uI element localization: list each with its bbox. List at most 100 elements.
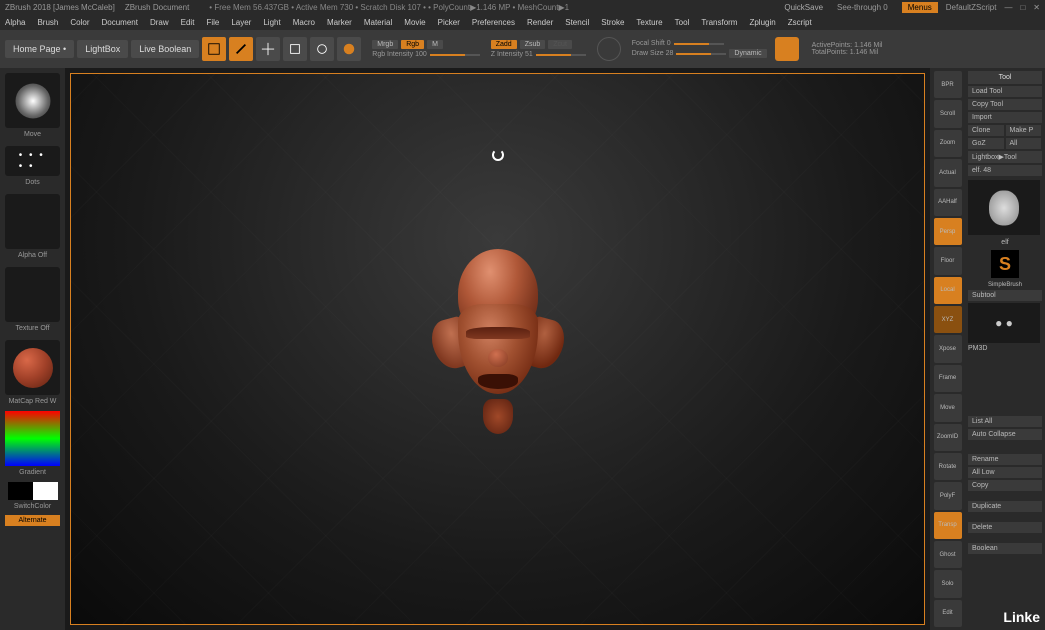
color-swatch-main[interactable] — [8, 482, 33, 500]
sculpted-head-model[interactable] — [428, 249, 568, 449]
menu-color[interactable]: Color — [70, 18, 89, 27]
tool-panel-header[interactable]: Tool — [968, 71, 1042, 84]
menu-stroke[interactable]: Stroke — [601, 18, 624, 27]
mrgb-button[interactable]: Mrgb — [372, 40, 398, 49]
menu-tool[interactable]: Tool — [675, 18, 690, 27]
menu-preferences[interactable]: Preferences — [472, 18, 515, 27]
seethrough-slider[interactable]: See-through 0 — [831, 2, 894, 13]
zcut-button[interactable]: Zcut — [548, 40, 572, 49]
menu-picker[interactable]: Picker — [438, 18, 460, 27]
load-tool-button[interactable]: Load Tool — [968, 86, 1042, 97]
boolean-subtool-button[interactable]: Boolean — [968, 543, 1042, 554]
live-boolean-button[interactable]: Live Boolean — [131, 40, 199, 58]
menu-alpha[interactable]: Alpha — [5, 18, 25, 27]
rgb-button[interactable]: Rgb — [401, 40, 424, 49]
makep-button[interactable]: Make P — [1006, 125, 1042, 136]
move-button[interactable] — [256, 37, 280, 61]
duplicate-button[interactable]: Duplicate — [968, 501, 1042, 512]
menu-texture[interactable]: Texture — [636, 18, 662, 27]
listall-button[interactable]: List All — [968, 416, 1042, 427]
zoom-button[interactable]: Zoom — [934, 130, 962, 157]
focal-shift-slider[interactable] — [674, 43, 724, 45]
z-intensity-slider[interactable] — [536, 54, 586, 56]
solo-button[interactable]: Solo — [934, 570, 962, 597]
menu-marker[interactable]: Marker — [327, 18, 352, 27]
close-icon[interactable]: ✕ — [1033, 3, 1040, 12]
simplebrush-icon[interactable]: S — [991, 250, 1019, 278]
local-button[interactable]: Local — [934, 277, 962, 304]
alpha-preview[interactable] — [5, 194, 60, 249]
copy-subtool-button[interactable]: Copy — [968, 480, 1042, 491]
draw-button[interactable] — [229, 37, 253, 61]
menu-edit[interactable]: Edit — [181, 18, 195, 27]
clone-button[interactable]: Clone — [968, 125, 1004, 136]
frame-button[interactable]: Frame — [934, 365, 962, 392]
color-picker[interactable] — [5, 411, 60, 466]
dynamic-icon[interactable] — [775, 37, 799, 61]
m-button[interactable]: M — [427, 40, 443, 49]
menu-layer[interactable]: Layer — [231, 18, 251, 27]
xyz-button[interactable]: XYZ — [934, 306, 962, 333]
texture-preview[interactable] — [5, 267, 60, 322]
home-page-button[interactable]: Home Page • — [5, 40, 74, 58]
default-zscript[interactable]: DefaultZScript — [946, 3, 997, 12]
actual-button[interactable]: Actual — [934, 159, 962, 186]
quicksave-button[interactable]: QuickSave — [784, 3, 823, 12]
menu-brush[interactable]: Brush — [37, 18, 58, 27]
dynamic-toggle[interactable]: Dynamic — [729, 49, 766, 58]
move-viewport-button[interactable]: Move — [934, 394, 962, 421]
subtool-header[interactable]: Subtool — [968, 290, 1042, 301]
subtool-thumbnail[interactable] — [968, 303, 1040, 343]
brush-preview[interactable] — [5, 73, 60, 128]
ghost-button[interactable]: Ghost — [934, 541, 962, 568]
material-preview[interactable] — [5, 340, 60, 395]
scale-button[interactable] — [283, 37, 307, 61]
zadd-button[interactable]: Zadd — [491, 40, 517, 49]
menus-button[interactable]: Menus — [902, 2, 938, 13]
alllow-button[interactable]: All Low — [968, 467, 1042, 478]
stroke-circle-icon[interactable] — [597, 37, 621, 61]
color-swatch-secondary[interactable] — [33, 482, 58, 500]
menu-light[interactable]: Light — [263, 18, 280, 27]
lightbox-tool-button[interactable]: Lightbox▶Tool — [968, 151, 1042, 163]
alternate-button[interactable]: Alternate — [5, 515, 60, 526]
goz-button[interactable]: GoZ — [968, 138, 1004, 149]
menu-file[interactable]: File — [206, 18, 219, 27]
edit-button[interactable] — [202, 37, 226, 61]
floor-button[interactable]: Floor — [934, 247, 962, 274]
rename-button[interactable]: Rename — [968, 454, 1042, 465]
menu-render[interactable]: Render — [527, 18, 553, 27]
minimize-icon[interactable]: — — [1004, 3, 1012, 12]
menu-stencil[interactable]: Stencil — [565, 18, 589, 27]
aahalf-button[interactable]: AAHalf — [934, 189, 962, 216]
rotate-button[interactable] — [310, 37, 334, 61]
menu-material[interactable]: Material — [364, 18, 392, 27]
persp-button[interactable]: Persp — [934, 218, 962, 245]
draw-size-slider[interactable] — [676, 53, 726, 55]
menu-movie[interactable]: Movie — [404, 18, 425, 27]
polyf-button[interactable]: PolyF — [934, 482, 962, 509]
autocollapse-button[interactable]: Auto Collapse — [968, 429, 1042, 440]
zsub-button[interactable]: Zsub — [520, 40, 546, 49]
edit-viewport-button[interactable]: Edit — [934, 600, 962, 627]
viewport-canvas[interactable] — [70, 73, 925, 625]
zoomid-button[interactable]: ZoomID — [934, 424, 962, 451]
lightbox-button[interactable]: LightBox — [77, 40, 128, 58]
scroll-button[interactable]: Scroll — [934, 100, 962, 127]
transp-button[interactable]: Transp — [934, 512, 962, 539]
menu-zplugin[interactable]: Zplugin — [749, 18, 775, 27]
rotate-viewport-button[interactable]: Rotate — [934, 453, 962, 480]
menu-document[interactable]: Document — [102, 18, 138, 27]
menu-transform[interactable]: Transform — [701, 18, 737, 27]
gizmo-button[interactable] — [337, 37, 361, 61]
all-button[interactable]: All — [1006, 138, 1042, 149]
menu-zscript[interactable]: Zscript — [788, 18, 812, 27]
copy-tool-button[interactable]: Copy Tool — [968, 99, 1042, 110]
menu-macro[interactable]: Macro — [293, 18, 315, 27]
import-button[interactable]: Import — [968, 112, 1042, 123]
stroke-preview[interactable] — [5, 146, 60, 176]
tool-thumbnail[interactable] — [968, 180, 1040, 235]
menu-draw[interactable]: Draw — [150, 18, 169, 27]
bpr-button[interactable]: BPR — [934, 71, 962, 98]
maximize-icon[interactable]: □ — [1020, 3, 1025, 12]
